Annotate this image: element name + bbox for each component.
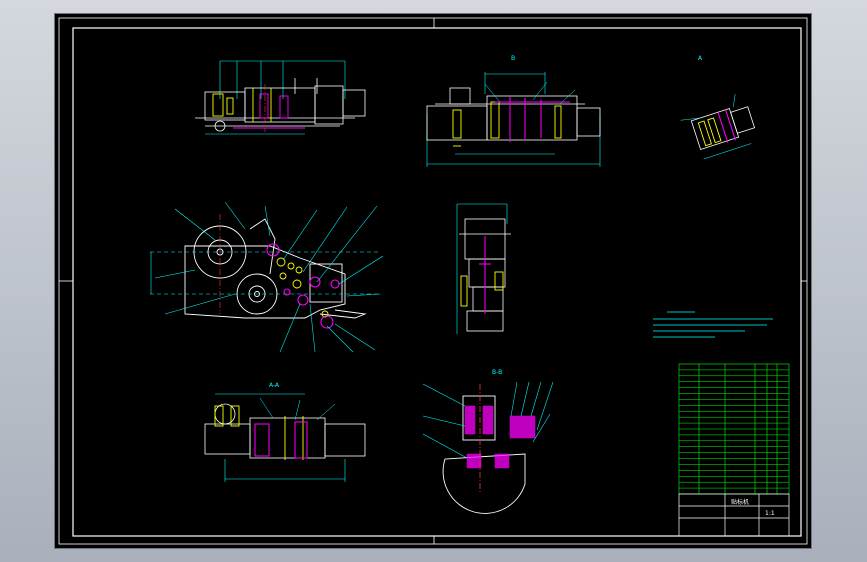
view-label-bottom: A-A: [269, 382, 280, 389]
bottom-view: A-A: [204, 382, 366, 482]
front-view: B: [426, 55, 601, 167]
view-label-section: B-B: [492, 369, 502, 376]
view-label-front: B: [511, 55, 515, 62]
sheet-frame: [58, 17, 808, 545]
cad-drawing-canvas[interactable]: B A A-A B-B 贴标机 1:1: [55, 14, 811, 548]
title-block-scale: 1:1: [765, 510, 775, 517]
side-view-mechanism: [150, 201, 384, 353]
detail-view: A: [680, 55, 756, 160]
title-block-drawing-name: 贴标机: [731, 498, 749, 506]
cad-drawing-viewport[interactable]: B A A-A B-B 贴标机 1:1: [55, 14, 811, 548]
section-view: B-B: [422, 369, 554, 514]
parts-list-rows: [679, 369, 789, 489]
top-view: [195, 60, 366, 135]
view-label-detail: A: [698, 55, 703, 62]
end-view: [456, 203, 511, 334]
technical-notes: [653, 311, 773, 338]
leader-lines: [154, 201, 384, 353]
